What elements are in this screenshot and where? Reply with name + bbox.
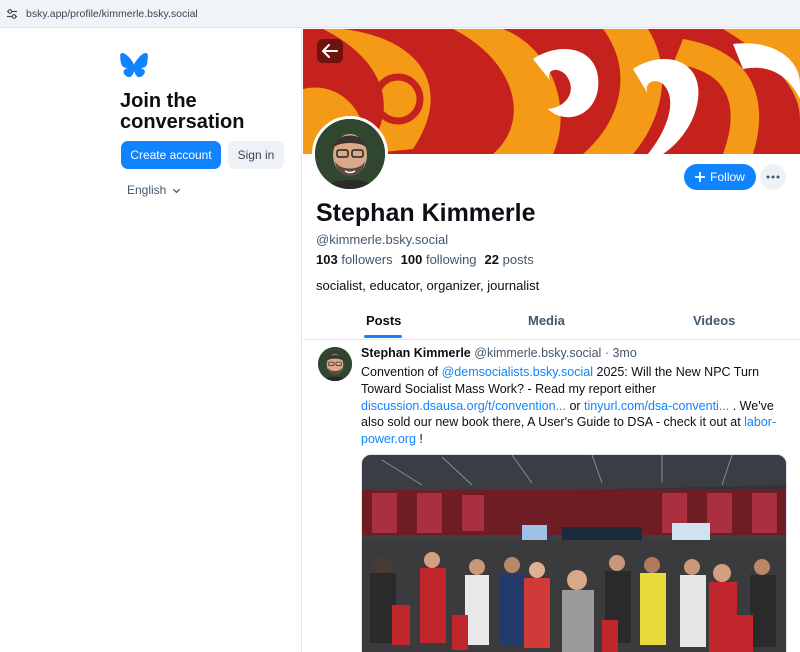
language-label: English: [127, 183, 167, 197]
post-avatar-photo: [318, 347, 352, 381]
more-options-button[interactable]: [760, 164, 786, 190]
join-heading-line-1: Join the: [120, 90, 197, 112]
profile-avatar[interactable]: [312, 116, 388, 192]
left-sidebar: Join the conversation Create account Sig…: [0, 29, 302, 652]
profile-tabs: Posts Media Videos: [303, 305, 800, 340]
posts-label: posts: [502, 252, 534, 267]
plus-icon: [695, 172, 706, 182]
chevron-down-icon: [173, 188, 181, 193]
tab-videos[interactable]: Videos: [693, 313, 735, 328]
back-button[interactable]: [317, 39, 343, 63]
avatar-photo: [315, 119, 385, 189]
site-settings-icon[interactable]: [6, 8, 18, 20]
followers-count: 103: [316, 252, 338, 267]
post-text-part: Convention of: [361, 365, 442, 379]
ellipsis-icon: [766, 175, 780, 179]
post-author-avatar[interactable]: [318, 347, 352, 381]
tab-posts[interactable]: Posts: [366, 313, 401, 328]
following-label: following: [425, 252, 477, 267]
post-image[interactable]: [361, 454, 787, 652]
follow-label: Follow: [710, 170, 745, 184]
post-text-part: or: [565, 398, 585, 413]
active-tab-indicator: [364, 335, 402, 338]
profile-handle: @kimmerle.bsky.social: [316, 232, 449, 247]
post-text-part: !: [415, 432, 423, 447]
profile-name: Stephan Kimmerle: [316, 199, 536, 227]
profile-column: Follow Stephan Kimmerle @kimmerle.bsky.s…: [303, 29, 800, 652]
post-author-name[interactable]: Stephan Kimmerle: [361, 346, 471, 360]
join-heading: Join the conversation: [120, 91, 290, 133]
tab-media[interactable]: Media: [528, 313, 565, 328]
posts-count: 22: [484, 252, 500, 267]
followers-link[interactable]: 103 followers: [316, 252, 393, 267]
post-body: Convention of @demsocialists.bsky.social…: [361, 364, 789, 448]
following-count: 100: [400, 252, 423, 267]
posts-stat: 22 posts: [485, 252, 534, 267]
address-bar[interactable]: bsky.app/profile/kimmerle.bsky.social: [0, 0, 800, 28]
followers-label: followers: [341, 252, 393, 267]
create-account-button[interactable]: Create account: [121, 141, 221, 169]
post-age[interactable]: · 3mo: [605, 346, 637, 360]
url-text[interactable]: bsky.app/profile/kimmerle.bsky.social: [26, 8, 198, 20]
bluesky-butterfly-icon[interactable]: [120, 53, 148, 77]
profile-bio: socialist, educator, organizer, journali…: [316, 278, 540, 293]
post-mention-link[interactable]: @demsocialists.bsky.social: [442, 365, 593, 379]
join-heading-line-2: conversation: [120, 111, 245, 133]
following-link[interactable]: 100 following: [401, 252, 477, 267]
language-selector[interactable]: English: [127, 183, 181, 197]
follow-button[interactable]: Follow: [684, 164, 756, 190]
post-header: Stephan Kimmerle @kimmerle.bsky.social ·…: [361, 346, 637, 360]
post-link-discussion[interactable]: discussion.dsausa.org/t/convention...: [361, 399, 566, 413]
arrow-left-icon: [322, 44, 338, 58]
sign-in-button[interactable]: Sign in: [228, 141, 284, 169]
profile-stats: 103 followers 100 following 22 posts: [316, 252, 534, 267]
post-author-handle[interactable]: @kimmerle.bsky.social: [474, 346, 601, 360]
convention-photo: [362, 455, 786, 652]
post-link-tinyurl[interactable]: tinyurl.com/dsa-conventi...: [584, 399, 729, 413]
